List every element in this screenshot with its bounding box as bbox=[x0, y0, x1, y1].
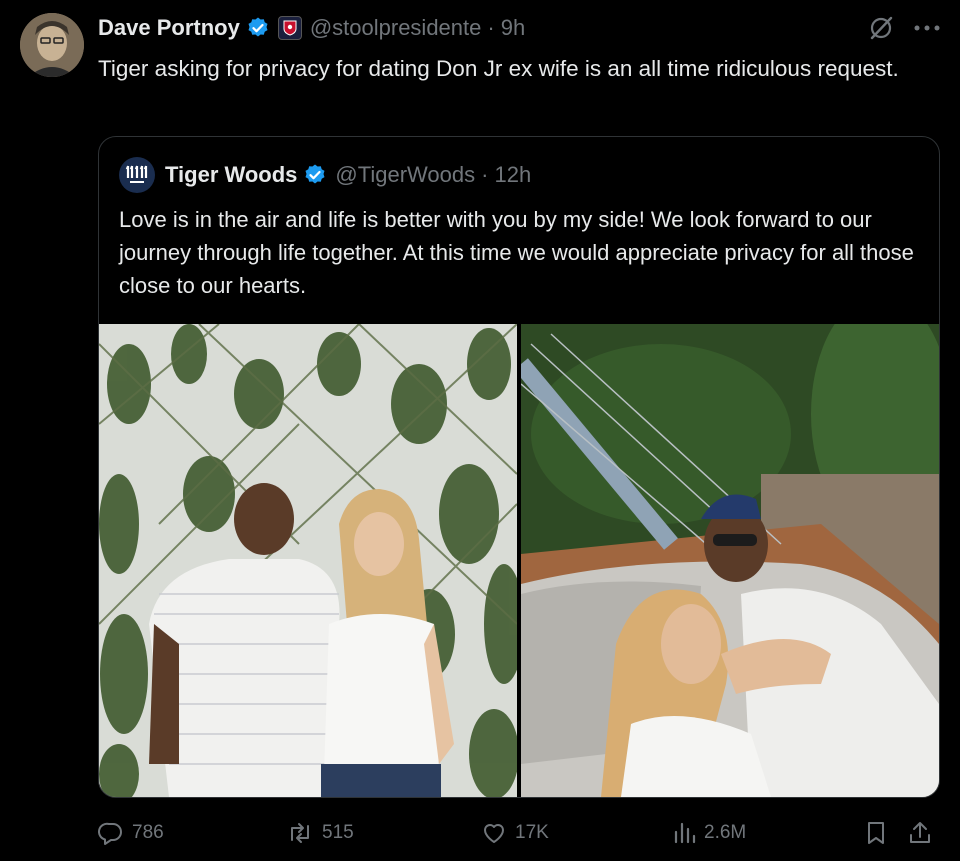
grok-icon[interactable] bbox=[868, 15, 894, 41]
quoted-photo-1[interactable] bbox=[99, 324, 517, 797]
verified-icon bbox=[303, 163, 327, 187]
views-count: 2.6M bbox=[704, 822, 747, 843]
bookmark-button[interactable] bbox=[864, 816, 888, 850]
quoted-avatar[interactable] bbox=[119, 157, 155, 193]
quoted-author-handle[interactable]: @TigerWoods bbox=[335, 162, 475, 188]
post-header: Dave Portnoy @stoolpresidente · 9h bbox=[98, 12, 940, 44]
like-button[interactable]: 17K bbox=[481, 816, 549, 850]
share-button[interactable] bbox=[908, 816, 932, 850]
reply-icon bbox=[98, 820, 124, 846]
affiliate-badge-icon[interactable] bbox=[277, 16, 302, 40]
author-handle[interactable]: @stoolpresidente bbox=[310, 15, 482, 41]
post-time[interactable]: 9h bbox=[501, 15, 525, 41]
action-bar: 786 515 17K 2.6M bbox=[98, 816, 938, 850]
views-button[interactable]: 2.6M bbox=[672, 816, 746, 850]
quoted-text: Love is in the air and life is better wi… bbox=[119, 207, 914, 298]
avatar[interactable] bbox=[20, 13, 84, 77]
reply-count: 786 bbox=[132, 822, 164, 843]
quoted-header: Tiger Woods @TigerWoods · 12h bbox=[119, 157, 531, 193]
verified-icon bbox=[246, 16, 270, 40]
time-separator: · bbox=[481, 162, 489, 187]
repost-count: 515 bbox=[322, 822, 354, 843]
time-separator: · bbox=[487, 15, 495, 40]
quoted-post[interactable]: Tiger Woods @TigerWoods · 12h Love is in… bbox=[98, 136, 940, 798]
more-icon[interactable] bbox=[914, 24, 940, 32]
bookmark-icon bbox=[864, 820, 888, 846]
views-icon bbox=[672, 820, 696, 846]
share-icon bbox=[908, 820, 932, 846]
like-icon bbox=[481, 820, 507, 846]
quoted-author-name[interactable]: Tiger Woods bbox=[165, 162, 297, 188]
reply-button[interactable]: 786 bbox=[98, 816, 164, 850]
post-text: Tiger asking for privacy for dating Don … bbox=[98, 56, 899, 81]
repost-button[interactable]: 515 bbox=[286, 816, 354, 850]
quoted-photo-2[interactable] bbox=[521, 324, 939, 797]
author-name[interactable]: Dave Portnoy bbox=[98, 15, 240, 41]
like-count: 17K bbox=[515, 822, 549, 843]
repost-icon bbox=[286, 820, 314, 846]
quoted-post-time[interactable]: 12h bbox=[494, 162, 531, 188]
